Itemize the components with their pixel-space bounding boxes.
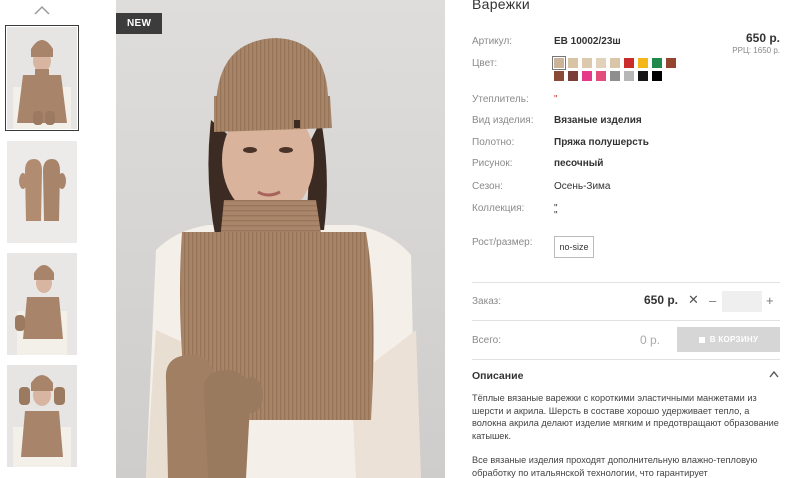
color-swatch[interactable] — [624, 71, 634, 81]
price: 650 р. — [745, 31, 780, 45]
insulation-value: " — [554, 94, 558, 105]
divider — [472, 320, 780, 321]
total-label: Всего: — [472, 335, 501, 346]
color-swatch[interactable] — [568, 58, 578, 68]
color-swatch[interactable] — [552, 56, 566, 70]
thumbnail-4[interactable] — [7, 365, 77, 467]
color-swatch[interactable] — [652, 71, 662, 81]
season-value: Осень-Зима — [554, 181, 611, 192]
product-title: Варежки — [472, 0, 530, 12]
description-paragraph: Все вязаные изделия проходят дополнитель… — [472, 455, 758, 478]
pattern-label: Рисунок: — [472, 158, 513, 169]
new-badge: NEW — [116, 13, 163, 34]
cart-icon — [698, 336, 705, 343]
chevron-up-icon[interactable] — [33, 4, 51, 16]
pattern-value: песочный — [554, 158, 604, 169]
quantity-minus-button[interactable]: – — [709, 293, 716, 308]
total-value: 0 р. — [640, 333, 661, 347]
quantity-plus-button[interactable]: + — [766, 293, 774, 308]
order-label: Заказ: — [472, 296, 502, 307]
type-label: Вид изделия: — [472, 115, 534, 126]
type-value: Вязаные изделия — [554, 115, 642, 126]
color-swatch[interactable] — [610, 71, 620, 81]
description-paragraph: Тёплые вязаные варежки с короткими эласт… — [472, 393, 779, 441]
thumbnail-3[interactable] — [7, 253, 77, 355]
rrc-price: РРЦ: 1650 р. — [732, 46, 780, 55]
color-swatch[interactable] — [568, 71, 578, 81]
color-swatch[interactable] — [638, 71, 648, 81]
divider — [472, 359, 780, 360]
color-swatch[interactable] — [582, 71, 592, 81]
main-product-photo[interactable]: NEW — [116, 0, 445, 478]
order-price: 650 р. — [644, 293, 679, 307]
description-title[interactable]: Описание — [472, 370, 523, 382]
color-swatch[interactable] — [596, 71, 606, 81]
color-swatch[interactable] — [554, 71, 564, 81]
thumbnail-1[interactable] — [5, 25, 79, 131]
quantity-input[interactable] — [722, 291, 762, 312]
color-swatch[interactable] — [652, 58, 662, 68]
collection-label: Коллекция: — [472, 203, 525, 214]
size-label: Рост/размер: — [472, 237, 533, 248]
fabric-value: Пряжа полушерсть — [554, 137, 649, 148]
times-icon: ✕ — [688, 292, 699, 307]
article-label: Артикул: — [472, 36, 513, 47]
thumbnail-strip — [0, 0, 90, 478]
thumbnail-2[interactable] — [7, 141, 77, 243]
chevron-up-icon[interactable] — [769, 370, 779, 378]
collection-value-2: " — [554, 210, 558, 221]
divider — [472, 282, 780, 283]
color-swatch[interactable] — [666, 58, 676, 68]
product-details: Варежки Артикул: ЕВ 10002/23ш 650 р. РРЦ… — [472, 0, 780, 478]
color-swatch[interactable] — [638, 58, 648, 68]
article-value: ЕВ 10002/23ш — [554, 36, 621, 47]
color-swatch[interactable] — [610, 58, 620, 68]
description-text: Тёплые вязаные варежки с короткими эласт… — [472, 392, 780, 478]
fabric-label: Полотно: — [472, 137, 515, 148]
season-label: Сезон: — [472, 181, 503, 192]
size-option-button[interactable]: no-size — [554, 236, 594, 258]
color-label: Цвет: — [472, 58, 498, 69]
add-to-cart-label: В КОРЗИНУ — [709, 335, 759, 344]
color-swatch[interactable] — [624, 58, 634, 68]
insulation-label: Утеплитель: — [472, 94, 529, 105]
add-to-cart-button[interactable]: В КОРЗИНУ — [677, 327, 780, 352]
color-swatch[interactable] — [596, 58, 606, 68]
color-swatch[interactable] — [582, 58, 592, 68]
